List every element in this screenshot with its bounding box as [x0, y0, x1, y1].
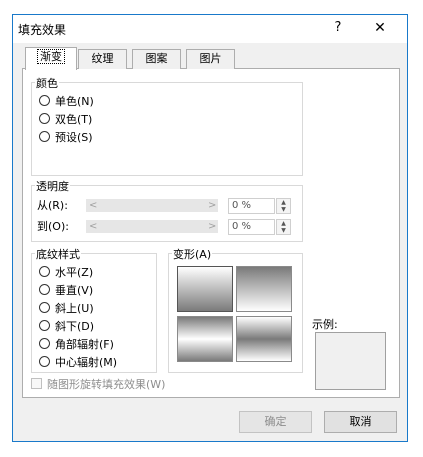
transparency-to-spinner[interactable]: ▲ ▼ [276, 219, 291, 235]
shading-diagonal-up-label: 斜上(U) [55, 302, 94, 315]
variant-3-swatch[interactable] [177, 316, 233, 362]
slider-right-arrow-icon[interactable]: > [208, 199, 216, 212]
slider-right-arrow-icon[interactable]: > [208, 220, 216, 233]
shading-diagonal-up-radio[interactable] [39, 302, 50, 313]
tab-pattern[interactable]: 图案 [132, 49, 181, 69]
close-button[interactable]: ✕ [372, 20, 388, 36]
color-two-colors-label: 双色(T) [55, 113, 93, 126]
color-preset-label: 预设(S) [55, 131, 93, 144]
tab-picture[interactable]: 图片 [186, 49, 235, 69]
sample-label: 示例: [312, 318, 338, 331]
shading-horizontal-label: 水平(Z) [55, 266, 94, 279]
tab-gradient[interactable]: 渐变 [25, 47, 77, 70]
rotate-with-shape-checkbox[interactable] [31, 378, 42, 389]
shading-from-center-label: 中心辐射(M) [55, 356, 118, 369]
color-preset-radio[interactable] [39, 131, 50, 142]
transparency-to-slider[interactable] [86, 220, 218, 233]
shading-vertical-radio[interactable] [39, 284, 50, 295]
variants-label: 变形(A) [172, 246, 213, 262]
color-two-colors-radio[interactable] [39, 113, 50, 124]
sample-preview [315, 332, 386, 390]
color-group-label: 颜色 [35, 75, 59, 91]
tab-gradient-label: 渐变 [37, 49, 65, 64]
shading-diagonal-down-radio[interactable] [39, 320, 50, 331]
cancel-button[interactable]: 取消 [324, 411, 397, 433]
transparency-to-input[interactable]: 0 % [228, 219, 275, 235]
variant-2-swatch[interactable] [236, 266, 292, 312]
help-button[interactable]: ? [330, 20, 346, 36]
shading-from-corner-label: 角部辐射(F) [55, 338, 114, 351]
slider-left-arrow-icon[interactable]: < [89, 220, 97, 233]
rotate-with-shape-label: 随图形旋转填充效果(W) [47, 378, 166, 391]
shading-horizontal-radio[interactable] [39, 266, 50, 277]
transparency-from-input[interactable]: 0 % [228, 198, 275, 214]
transparency-group-label: 透明度 [35, 178, 70, 194]
shading-vertical-label: 垂直(V) [55, 284, 94, 297]
transparency-from-spinner[interactable]: ▲ ▼ [276, 198, 291, 214]
ok-button[interactable]: 确定 [239, 411, 312, 433]
shading-styles-label: 底纹样式 [35, 246, 81, 262]
shading-from-center-radio[interactable] [39, 356, 50, 367]
variant-1-swatch[interactable] [177, 266, 233, 312]
transparency-to-label: 到(O): [37, 220, 69, 233]
transparency-from-label: 从(R): [37, 199, 68, 212]
color-one-color-label: 单色(N) [55, 95, 94, 108]
window-title: 填充效果 [18, 23, 67, 37]
color-one-color-radio[interactable] [39, 95, 50, 106]
shading-from-corner-radio[interactable] [39, 338, 50, 349]
title-bar[interactable] [13, 15, 407, 43]
shading-diagonal-down-label: 斜下(D) [55, 320, 95, 333]
slider-left-arrow-icon[interactable]: < [89, 199, 97, 212]
transparency-from-slider[interactable] [86, 199, 218, 212]
variant-4-swatch[interactable] [236, 316, 292, 362]
tab-texture[interactable]: 纹理 [78, 49, 127, 69]
